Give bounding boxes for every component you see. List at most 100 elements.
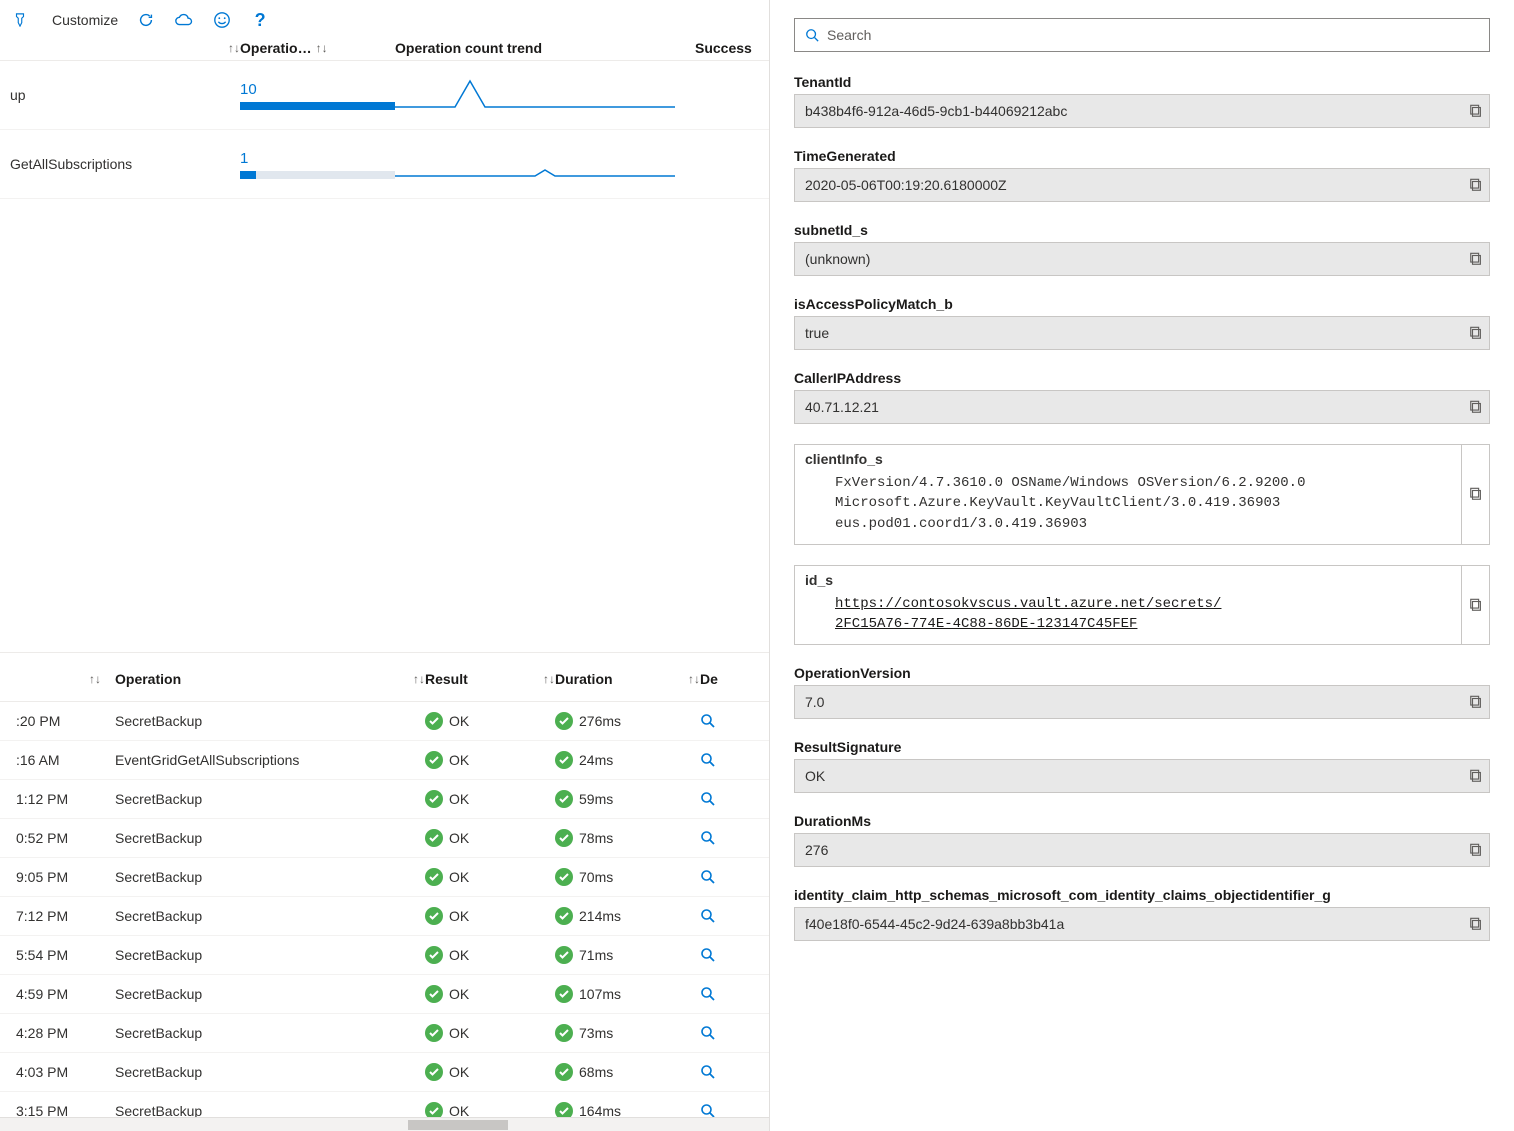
help-icon[interactable]: ? xyxy=(250,10,270,30)
table-row[interactable]: 4:28 PMSecretBackupOK73ms xyxy=(0,1014,769,1053)
table-row[interactable]: 9:05 PMSecretBackupOK70ms xyxy=(0,858,769,897)
search-box[interactable] xyxy=(794,18,1490,52)
cell-time: 4:03 PM xyxy=(10,1064,115,1080)
property-value[interactable]: 276 xyxy=(794,833,1490,867)
refresh-icon[interactable] xyxy=(136,10,156,30)
property-value[interactable]: b438b4f6-912a-46d5-9cb1-b44069212abc xyxy=(794,94,1490,128)
copy-icon[interactable] xyxy=(1469,769,1483,783)
copy-icon[interactable] xyxy=(1469,695,1483,709)
property-value[interactable]: OK xyxy=(794,759,1490,793)
cell-details[interactable] xyxy=(700,908,759,924)
magnifier-icon[interactable] xyxy=(700,1025,759,1041)
magnifier-icon[interactable] xyxy=(700,1064,759,1080)
magnifier-icon[interactable] xyxy=(700,869,759,885)
magnifier-icon[interactable] xyxy=(700,830,759,846)
cell-details[interactable] xyxy=(700,713,759,729)
cell-operation: SecretBackup xyxy=(115,869,425,885)
cell-details[interactable] xyxy=(700,947,759,963)
pin-icon[interactable] xyxy=(10,10,30,30)
checkmark-icon xyxy=(425,1024,443,1042)
customize-button[interactable]: Customize xyxy=(52,12,118,28)
cell-time: :20 PM xyxy=(10,713,115,729)
summary-row[interactable]: GetAllSubscriptions1 xyxy=(0,130,769,199)
magnifier-icon[interactable] xyxy=(700,986,759,1002)
cell-duration: 73ms xyxy=(555,1024,700,1042)
magnifier-icon[interactable] xyxy=(700,947,759,963)
summary-empty-space xyxy=(0,199,769,653)
property-label: id_s xyxy=(795,566,1461,590)
horizontal-scrollbar[interactable] xyxy=(0,1117,769,1131)
copy-icon[interactable] xyxy=(1469,252,1483,266)
cell-duration: 68ms xyxy=(555,1063,700,1081)
table-row[interactable]: :16 AMEventGridGetAllSubscriptionsOK24ms xyxy=(0,741,769,780)
cloud-icon[interactable] xyxy=(174,10,194,30)
copy-icon[interactable] xyxy=(1469,178,1483,192)
scrollbar-thumb[interactable] xyxy=(408,1120,508,1130)
property-value[interactable]: FxVersion/4.7.3610.0 OSName/Windows OSVe… xyxy=(795,469,1461,544)
details-col-result[interactable]: Result xyxy=(425,671,468,687)
sort-icon[interactable]: ↑↓ xyxy=(688,672,700,686)
summary-col-success[interactable]: Success xyxy=(695,40,752,56)
sort-icon[interactable]: ↑↓ xyxy=(316,41,328,55)
cell-details[interactable] xyxy=(700,1025,759,1041)
property-value[interactable]: true xyxy=(794,316,1490,350)
search-input[interactable] xyxy=(827,27,1479,43)
cell-details[interactable] xyxy=(700,752,759,768)
cell-result: OK xyxy=(425,907,555,925)
table-row[interactable]: 0:52 PMSecretBackupOK78ms xyxy=(0,819,769,858)
magnifier-icon[interactable] xyxy=(700,713,759,729)
sort-icon[interactable]: ↑↓ xyxy=(413,672,425,686)
sort-icon[interactable]: ↑↓ xyxy=(89,672,101,686)
checkmark-icon xyxy=(555,946,573,964)
checkmark-icon xyxy=(425,946,443,964)
copy-icon[interactable] xyxy=(1469,104,1483,118)
magnifier-icon[interactable] xyxy=(700,908,759,924)
table-row[interactable]: 1:12 PMSecretBackupOK59ms xyxy=(0,780,769,819)
property-value[interactable]: (unknown) xyxy=(794,242,1490,276)
checkmark-icon xyxy=(425,790,443,808)
property-value[interactable]: 7.0 xyxy=(794,685,1490,719)
details-col-duration[interactable]: Duration xyxy=(555,671,613,687)
summary-col-operation[interactable]: Operatio… xyxy=(240,40,312,56)
cell-details[interactable] xyxy=(700,791,759,807)
toolbar: Customize ? xyxy=(0,0,769,36)
copy-icon[interactable] xyxy=(1469,917,1483,931)
magnifier-icon[interactable] xyxy=(700,791,759,807)
sort-icon[interactable]: ↑↓ xyxy=(543,672,555,686)
cell-details[interactable] xyxy=(700,986,759,1002)
cell-time: 7:12 PM xyxy=(10,908,115,924)
copy-icon[interactable] xyxy=(1469,843,1483,857)
table-row[interactable]: 5:54 PMSecretBackupOK71ms xyxy=(0,936,769,975)
table-row[interactable]: 4:03 PMSecretBackupOK68ms xyxy=(0,1053,769,1092)
property-value[interactable]: 40.71.12.21 xyxy=(794,390,1490,424)
sparkline-cell xyxy=(395,144,695,184)
copy-icon[interactable] xyxy=(1469,400,1483,414)
property-block: id_shttps://contosokvscus.vault.azure.ne… xyxy=(794,565,1490,646)
table-row[interactable]: :20 PMSecretBackupOK276ms xyxy=(0,702,769,741)
property-block: clientInfo_sFxVersion/4.7.3610.0 OSName/… xyxy=(794,444,1490,545)
cell-details[interactable] xyxy=(700,830,759,846)
property-value[interactable]: 2020-05-06T00:19:20.6180000Z xyxy=(794,168,1490,202)
sort-icon[interactable]: ↑↓ xyxy=(228,41,240,55)
summary-col-trend[interactable]: Operation count trend xyxy=(395,40,542,56)
property-value[interactable]: https://contosokvscus.vault.azure.net/se… xyxy=(795,590,1461,645)
cell-duration: 71ms xyxy=(555,946,700,964)
cell-result: OK xyxy=(425,946,555,964)
details-col-details[interactable]: De xyxy=(700,671,718,687)
checkmark-icon xyxy=(555,868,573,886)
summary-row[interactable]: up10 xyxy=(0,61,769,130)
property-field: OperationVersion7.0 xyxy=(794,665,1490,719)
table-row[interactable]: 7:12 PMSecretBackupOK214ms xyxy=(0,897,769,936)
copy-icon[interactable] xyxy=(1469,326,1483,340)
table-row[interactable]: 4:59 PMSecretBackupOK107ms xyxy=(0,975,769,1014)
property-field: ResultSignatureOK xyxy=(794,739,1490,793)
smiley-icon[interactable] xyxy=(212,10,232,30)
details-col-operation[interactable]: Operation xyxy=(115,671,181,687)
cell-details[interactable] xyxy=(700,869,759,885)
property-field: DurationMs276 xyxy=(794,813,1490,867)
property-value[interactable]: f40e18f0-6544-45c2-9d24-639a8bb3b41a xyxy=(794,907,1490,941)
copy-icon[interactable] xyxy=(1461,566,1489,645)
cell-details[interactable] xyxy=(700,1064,759,1080)
magnifier-icon[interactable] xyxy=(700,752,759,768)
copy-icon[interactable] xyxy=(1461,445,1489,544)
